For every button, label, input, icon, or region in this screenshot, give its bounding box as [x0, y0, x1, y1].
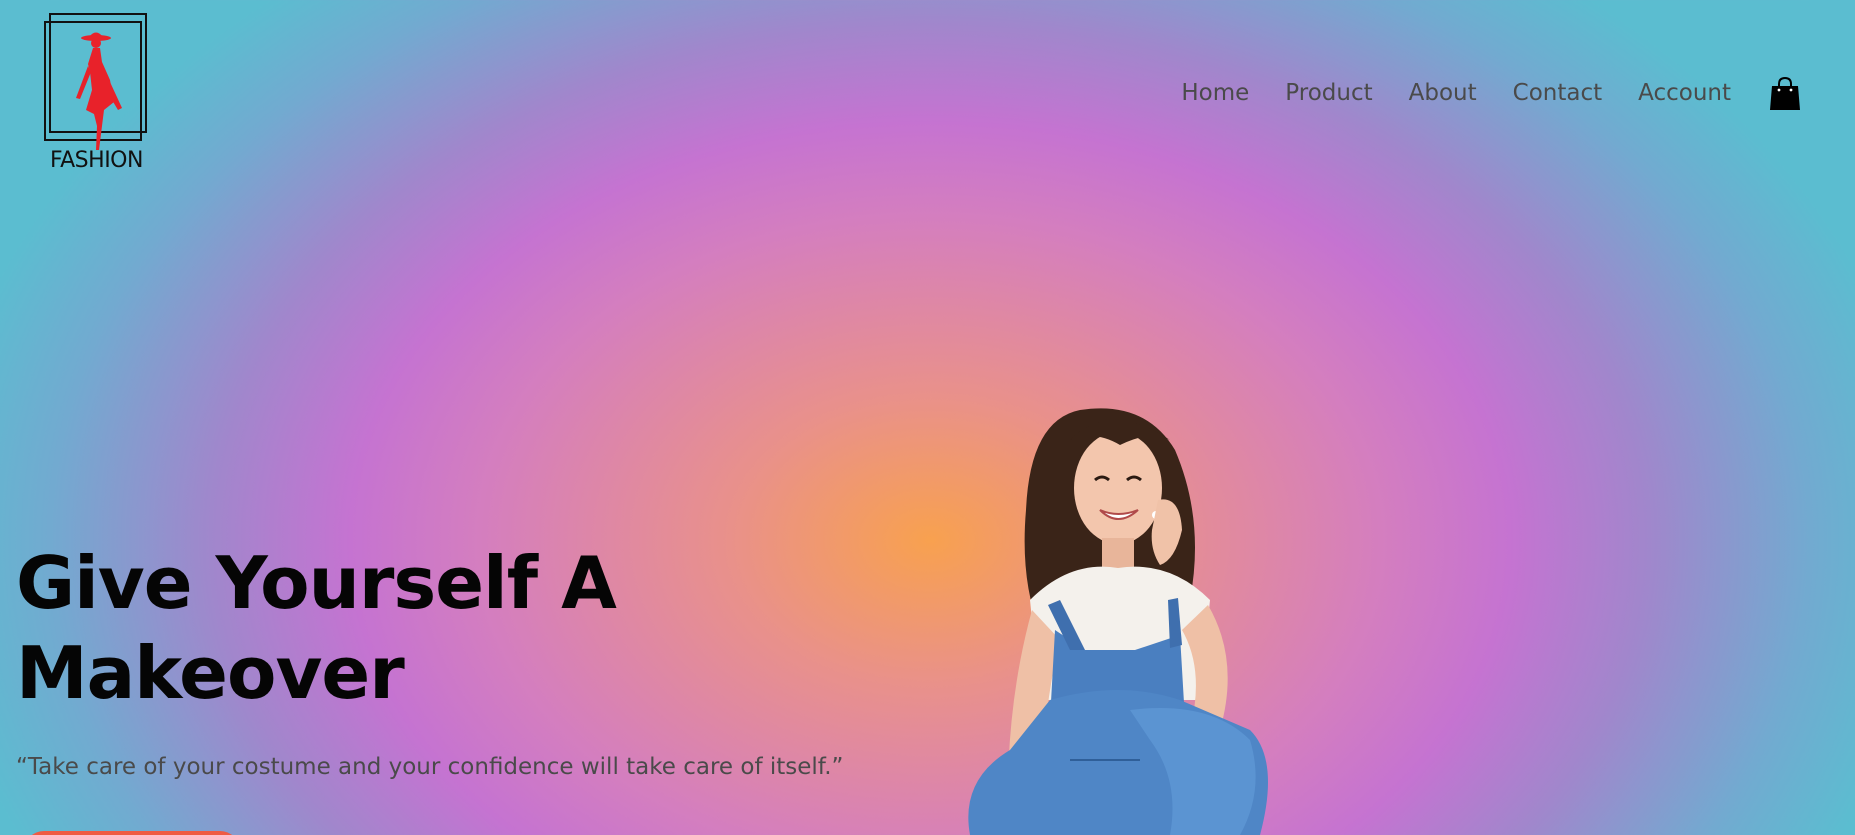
hero-cta-button[interactable] [24, 831, 240, 835]
nav-contact-link[interactable]: Contact [1513, 82, 1602, 105]
fashion-logo-icon [44, 13, 147, 150]
hero-title: Give Yourself A Makeover [16, 538, 696, 718]
hero-quote: “Take care of your costume and your conf… [16, 754, 844, 780]
shopping-bag-icon [1770, 76, 1800, 110]
hero-title-line2: Makeover [16, 631, 405, 715]
nav-product-link[interactable]: Product [1285, 82, 1372, 105]
nav-home-link[interactable]: Home [1181, 82, 1249, 105]
hero-title-line1: Give Yourself A [16, 541, 617, 625]
nav-account-link[interactable]: Account [1638, 82, 1731, 105]
smiling-woman-illustration [968, 408, 1268, 835]
logo-text: FASHION [50, 148, 143, 173]
cart-button[interactable] [1769, 76, 1801, 112]
nav-about-link[interactable]: About [1409, 82, 1477, 105]
brand-logo[interactable]: FASHION [44, 10, 159, 180]
hero-model-image [920, 400, 1320, 835]
main-nav: Home Product About Contact Account [1181, 82, 1731, 105]
